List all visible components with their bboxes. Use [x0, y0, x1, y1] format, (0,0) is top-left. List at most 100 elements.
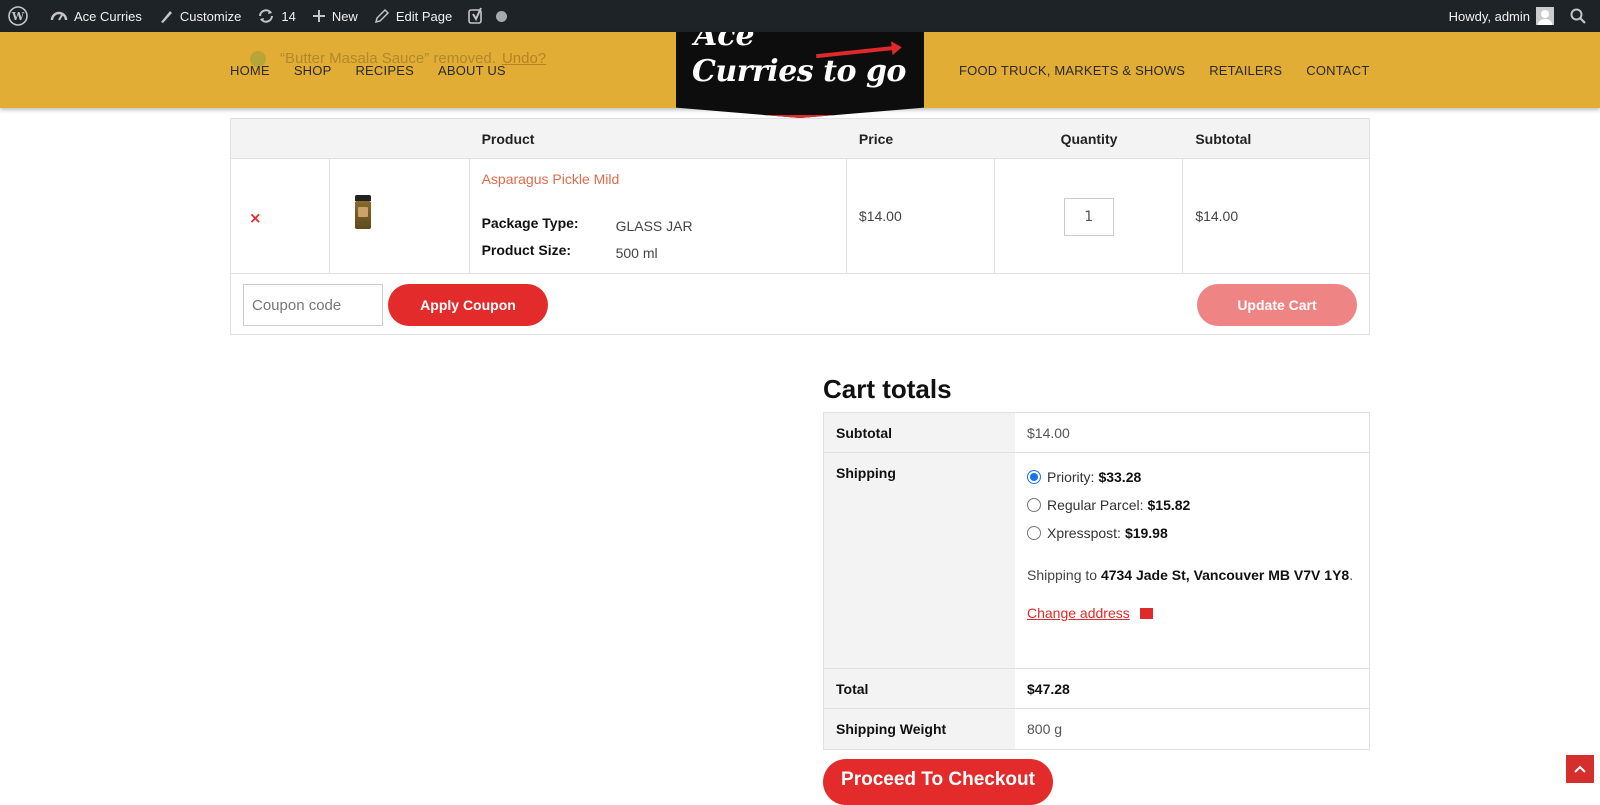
thumbnail-cell [330, 159, 470, 273]
subtotal-cell: $14.00 [1183, 159, 1369, 273]
nav-item-retailers[interactable]: RETAILERS [1209, 63, 1282, 78]
cart-totals-table: Subtotal $14.00 Shipping Priority: $33.28… [823, 412, 1370, 750]
site-name-menu[interactable]: Ace Curries [42, 0, 150, 32]
truck-icon [1139, 607, 1153, 619]
new-label: New [331, 8, 358, 24]
item-subtotal: $14.00 [1195, 208, 1239, 224]
logo-curries: Curries [692, 54, 814, 89]
cart-actions: Coupon code Apply Coupon Update Cart [231, 274, 1369, 334]
product-size-value: 500 ml [615, 244, 658, 261]
shipping-weight-label: Shipping Weight [824, 709, 1015, 749]
remove-cell: × [231, 159, 330, 273]
proceed-to-checkout-button[interactable]: Proceed To Checkout [823, 759, 1053, 805]
shipping-option-priority[interactable]: Priority: $33.28 [1027, 463, 1357, 491]
price-cell: $14.00 [847, 159, 995, 273]
logo-to-go: to go [823, 54, 906, 89]
radio-icon[interactable] [1027, 498, 1041, 512]
change-address-link[interactable]: Change address [1027, 605, 1357, 621]
customize-label: Customize [179, 8, 242, 24]
total-value: $47.28 [1027, 680, 1070, 697]
shipping-row: Shipping Priority: $33.28 Regular Parcel:… [824, 453, 1369, 669]
edit-page-link[interactable]: Edit Page [366, 0, 460, 32]
shipping-option-name: Regular Parcel: [1047, 497, 1144, 513]
shipping-option-name: Priority: [1047, 469, 1095, 485]
cart-table: Product Price Quantity Subtotal × Aspara… [230, 118, 1370, 335]
site-header: “Butter Masala Sauce” removed. Undo? HOM… [0, 32, 1600, 118]
brush-icon [160, 11, 172, 23]
yoast-icon [468, 7, 483, 24]
cart-totals-title: Cart totals [823, 374, 952, 404]
total-label: Total [824, 669, 1015, 708]
shipping-destination: Shipping to 4734 Jade St, Vancouver MB V… [1027, 567, 1354, 583]
coupon-input[interactable]: Coupon code [243, 284, 383, 326]
scroll-to-top-button[interactable] [1566, 755, 1594, 783]
nav-item-home[interactable]: HOME [230, 63, 270, 78]
plus-icon [312, 10, 325, 22]
product-name-link[interactable]: Asparagus Pickle Mild [482, 171, 620, 187]
shipping-option-regular-parcel[interactable]: Regular Parcel: $15.82 [1027, 491, 1357, 519]
package-type-value: GLASS JAR [615, 217, 693, 234]
site-name-label: Ace Curries [74, 8, 142, 24]
header-product: Product [481, 130, 535, 147]
update-cart-button[interactable]: Update Cart [1197, 284, 1357, 326]
item-price: $14.00 [858, 208, 902, 224]
nav-item-recipes[interactable]: RECIPES [355, 63, 413, 78]
shipping-option-price: $19.98 [1124, 525, 1168, 541]
seo-status-dot [496, 10, 508, 22]
nav-item-shop[interactable]: SHOP [294, 63, 332, 78]
shipping-weight-value: 800 g [1027, 721, 1063, 737]
table-row: × Asparagus Pickle Mild Package Type: GLA… [231, 159, 1369, 274]
nav-item-food-truck[interactable]: FOOD TRUCK, MARKETS & SHOWS [959, 63, 1185, 78]
yoast-seo-menu[interactable] [460, 0, 515, 32]
shipping-option-price: $15.82 [1147, 497, 1191, 513]
radio-icon[interactable] [1027, 526, 1041, 540]
refresh-icon [259, 9, 274, 23]
nav-item-about-us[interactable]: ABOUT US [438, 63, 506, 78]
updates-menu[interactable]: 14 [249, 0, 303, 32]
product-size-label: Product Size: [481, 241, 572, 258]
package-type-label: Package Type: [481, 214, 579, 231]
change-address-label: Change address [1027, 605, 1130, 621]
my-account-menu[interactable]: Howdy, admin [1441, 0, 1562, 32]
logo-main-text: Curries to go [692, 54, 906, 89]
header-quantity: Quantity [1060, 130, 1118, 147]
remove-item-button[interactable]: × [249, 209, 262, 227]
main-nav-left: HOME SHOP RECIPES ABOUT US [230, 63, 530, 78]
shipping-to-prefix: Shipping to [1027, 567, 1098, 583]
product-cell: Asparagus Pickle Mild Package Type: GLASS… [470, 159, 847, 273]
shipping-option-xpresspost[interactable]: Xpresspost: $19.98 [1027, 519, 1357, 547]
shipping-option-price: $33.28 [1098, 469, 1142, 485]
main-nav-right: FOOD TRUCK, MARKETS & SHOWS RETAILERS CO… [959, 63, 1394, 78]
howdy-label: Howdy, admin [1448, 8, 1530, 24]
pencil-icon [374, 8, 389, 24]
subtotal-label: Subtotal [824, 413, 1015, 452]
shipping-option-name: Xpresspost: [1047, 525, 1121, 541]
quantity-cell: 1 [995, 159, 1184, 273]
avatar [1536, 7, 1554, 25]
wordpress-logo-icon[interactable]: W [0, 0, 42, 32]
product-thumbnail[interactable] [354, 195, 371, 229]
nav-item-contact[interactable]: CONTACT [1306, 63, 1369, 78]
chevron-up-icon [1574, 765, 1586, 773]
header-subtotal: Subtotal [1195, 130, 1252, 147]
dashboard-icon [50, 11, 68, 21]
shipping-label: Shipping [824, 453, 1015, 668]
cart-table-header: Product Price Quantity Subtotal [231, 119, 1369, 159]
admin-search-button[interactable] [1562, 0, 1600, 32]
shipping-weight-row: Shipping Weight 800 g [824, 709, 1369, 749]
radio-selected-icon[interactable] [1027, 470, 1041, 484]
search-icon [1570, 8, 1586, 24]
shipping-options: Priority: $33.28 Regular Parcel: $15.82 Xp… [1015, 453, 1369, 668]
quantity-input[interactable]: 1 [1063, 198, 1114, 236]
customize-menu[interactable]: Customize [150, 0, 249, 32]
subtotal-row: Subtotal $14.00 [824, 413, 1369, 453]
site-logo[interactable]: Ace Curries to go [676, 32, 924, 118]
shipping-address: 4734 Jade St, Vancouver MB V7V 1Y8 [1100, 567, 1350, 583]
apply-coupon-button[interactable]: Apply Coupon [388, 284, 548, 326]
updates-count: 14 [281, 8, 296, 24]
subtotal-value: $14.00 [1027, 424, 1070, 441]
product-meta: Package Type: GLASS JAR Product Size: 500 … [482, 209, 693, 263]
total-row: Total $47.28 [824, 669, 1369, 709]
header-price: Price [858, 130, 894, 147]
new-content-menu[interactable]: New [304, 0, 366, 32]
